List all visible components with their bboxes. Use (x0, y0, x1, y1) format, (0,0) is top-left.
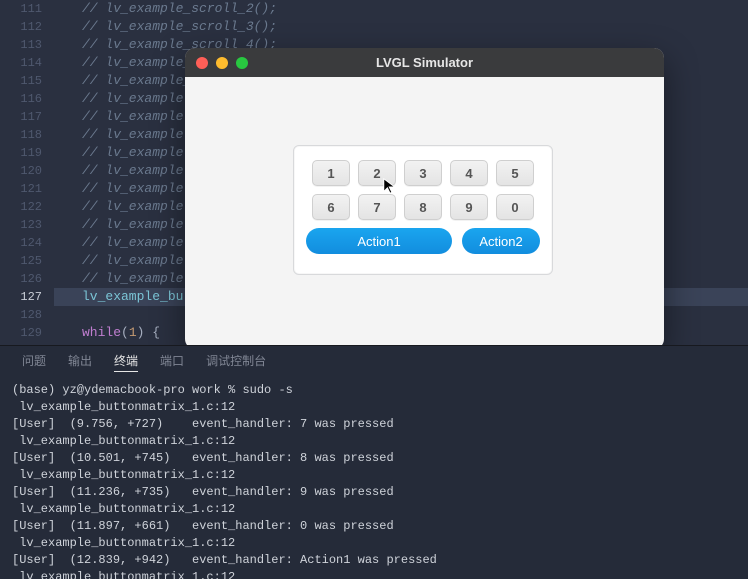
key-9[interactable]: 9 (450, 194, 488, 220)
tab-ports[interactable]: 端口 (160, 350, 184, 372)
line-number: 115 (0, 72, 52, 90)
action2-button[interactable]: Action2 (462, 228, 540, 254)
line-number: 122 (0, 198, 52, 216)
line-number: 128 (0, 306, 52, 324)
line-number: 121 (0, 180, 52, 198)
key-5[interactable]: 5 (496, 160, 534, 186)
panel-tabs: 问题 输出 终端 端口 调试控制台 (0, 346, 748, 378)
action1-button[interactable]: Action1 (306, 228, 452, 254)
line-number: 116 (0, 90, 52, 108)
editor-gutter: 1111121131141151161171181191201211221231… (0, 0, 52, 345)
line-number: 123 (0, 216, 52, 234)
key-7[interactable]: 7 (358, 194, 396, 220)
window-title: LVGL Simulator (185, 55, 664, 70)
line-number: 112 (0, 18, 52, 36)
key-1[interactable]: 1 (312, 160, 350, 186)
key-3[interactable]: 3 (404, 160, 442, 186)
line-number: 125 (0, 252, 52, 270)
line-number: 118 (0, 126, 52, 144)
line-number: 114 (0, 54, 52, 72)
code-line[interactable]: // lv_example_scroll_2(); (54, 0, 748, 18)
button-matrix-panel: 12345 67890 Action1 Action2 (293, 145, 553, 275)
tab-debug-console[interactable]: 调试控制台 (206, 350, 266, 372)
key-row-2: 67890 (306, 194, 540, 220)
tab-problems[interactable]: 问题 (22, 350, 46, 372)
line-number: 127 (0, 288, 52, 306)
key-4[interactable]: 4 (450, 160, 488, 186)
key-row-1: 12345 (306, 160, 540, 186)
key-8[interactable]: 8 (404, 194, 442, 220)
key-6[interactable]: 6 (312, 194, 350, 220)
line-number: 124 (0, 234, 52, 252)
line-number: 120 (0, 162, 52, 180)
tab-terminal[interactable]: 终端 (114, 350, 138, 372)
line-number: 111 (0, 0, 52, 18)
code-line[interactable]: // lv_example_scroll_3(); (54, 18, 748, 36)
action-row: Action1 Action2 (306, 228, 540, 254)
line-number: 113 (0, 36, 52, 54)
window-titlebar[interactable]: LVGL Simulator (185, 48, 664, 77)
key-2[interactable]: 2 (358, 160, 396, 186)
panel-container: 问题 输出 终端 端口 调试控制台 (base) yz@ydemacbook-p… (0, 345, 748, 579)
tab-output[interactable]: 输出 (68, 350, 92, 372)
simulator-window: LVGL Simulator 12345 67890 Action1 Actio… (185, 48, 664, 349)
terminal-output[interactable]: (base) yz@ydemacbook-pro work % sudo -s … (0, 378, 748, 579)
line-number: 117 (0, 108, 52, 126)
key-0[interactable]: 0 (496, 194, 534, 220)
line-number: 119 (0, 144, 52, 162)
line-number: 129 (0, 324, 52, 342)
line-number: 126 (0, 270, 52, 288)
